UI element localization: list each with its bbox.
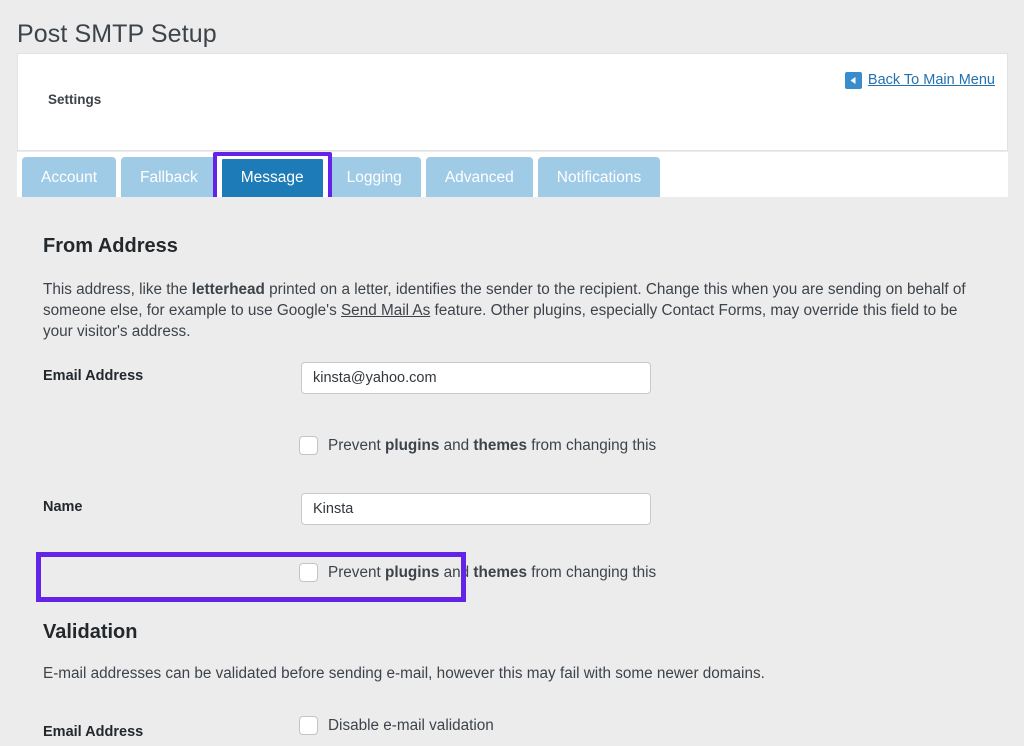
prevent2-text-c: from changing this — [527, 564, 656, 581]
prevent2-bold-plugins: plugins — [385, 564, 439, 581]
email-prevent-label: Prevent plugins and themes from changing… — [328, 436, 656, 455]
arrow-left-box-icon — [845, 72, 862, 89]
prevent-text-a: Prevent — [328, 437, 385, 454]
tabs-row: Account Fallback Message Logging Advance… — [22, 157, 660, 200]
email-address-label: Email Address — [43, 362, 143, 390]
tab-advanced[interactable]: Advanced — [426, 157, 533, 200]
email-address-input[interactable] — [301, 362, 651, 394]
tab-notifications[interactable]: Notifications — [538, 157, 660, 200]
tab-logging[interactable]: Logging — [328, 157, 421, 200]
prevent-text-c: from changing this — [527, 437, 656, 454]
name-prevent-checkbox[interactable] — [299, 563, 318, 582]
validation-section-title: Validation — [43, 621, 137, 644]
name-prevent-row: Prevent plugins and themes from changing… — [299, 563, 656, 582]
desc-bold-letterhead: letterhead — [192, 281, 265, 298]
tab-account[interactable]: Account — [22, 157, 116, 200]
back-to-main-menu-label: Back To Main Menu — [868, 72, 995, 89]
disable-validation-label: Disable e-mail validation — [328, 716, 494, 735]
from-address-section-title: From Address — [43, 235, 178, 258]
validation-description: E-mail addresses can be validated before… — [43, 663, 973, 684]
settings-tabs-bar: Account Fallback Message Logging Advance… — [17, 152, 1008, 197]
settings-content: From Address This address, like the lett… — [0, 197, 1024, 746]
message-tab-highlight: Message — [222, 157, 323, 200]
validation-email-label: Email Address — [43, 718, 143, 746]
tab-fallback[interactable]: Fallback — [121, 157, 217, 200]
prevent-text-b: and — [439, 437, 473, 454]
back-to-main-menu-link[interactable]: Back To Main Menu — [845, 72, 995, 89]
email-address-row: Email Address — [43, 362, 973, 390]
settings-card: Settings Back To Main Menu — [17, 53, 1008, 151]
prevent2-text-a: Prevent — [328, 564, 385, 581]
name-prevent-label: Prevent plugins and themes from changing… — [328, 563, 656, 582]
page-title: Post SMTP Setup — [17, 18, 217, 50]
email-prevent-row: Prevent plugins and themes from changing… — [299, 436, 656, 455]
name-label: Name — [43, 493, 83, 521]
validation-email-row: Email Address — [43, 718, 973, 746]
prevent2-bold-themes: themes — [473, 564, 527, 581]
desc-part-1: This address, like the — [43, 281, 192, 298]
prevent2-text-b: and — [439, 564, 473, 581]
name-row: Name — [43, 493, 973, 521]
from-address-description: This address, like the letterhead printe… — [43, 279, 973, 342]
send-mail-as-link[interactable]: Send Mail As — [341, 302, 430, 319]
tab-message[interactable]: Message — [222, 157, 323, 200]
disable-validation-checkbox[interactable] — [299, 716, 318, 735]
prevent-bold-themes: themes — [473, 437, 527, 454]
email-prevent-checkbox[interactable] — [299, 436, 318, 455]
disable-validation-row: Disable e-mail validation — [299, 716, 494, 735]
name-input[interactable] — [301, 493, 651, 525]
prevent-bold-plugins: plugins — [385, 437, 439, 454]
settings-heading: Settings — [48, 92, 101, 107]
